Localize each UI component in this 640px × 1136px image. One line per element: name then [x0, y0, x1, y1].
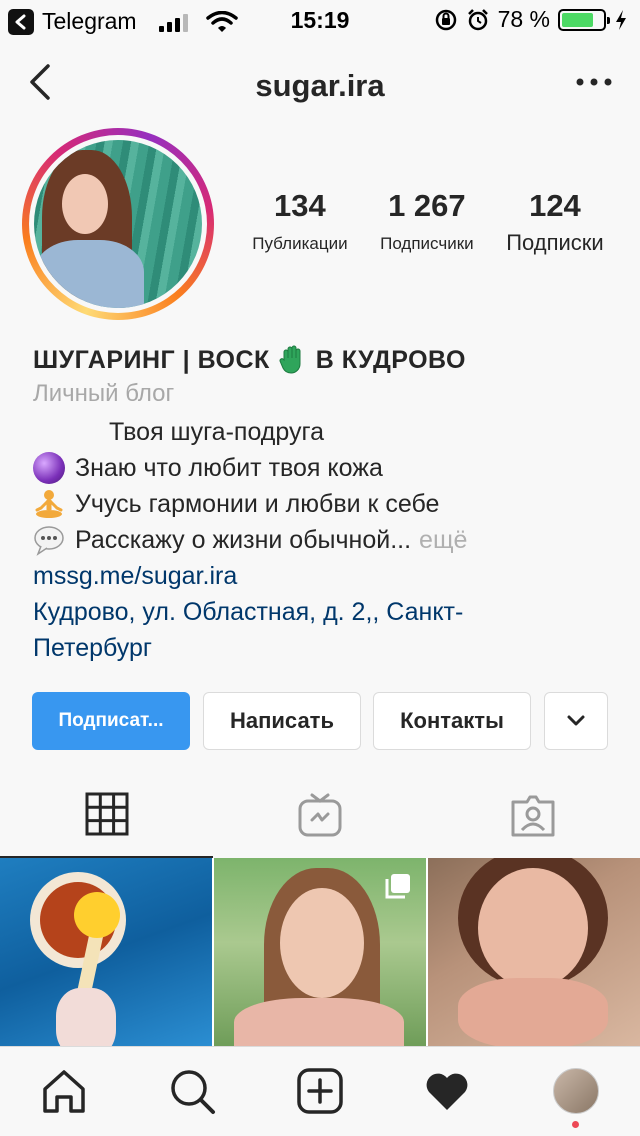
nav-profile[interactable] — [550, 1065, 602, 1117]
followers-count[interactable]: 1 267 Подписчики — [380, 188, 474, 256]
tagged-icon — [511, 795, 554, 837]
chevron-down-icon — [567, 715, 585, 726]
profile-section: 134 Публикации 1 267 Подписчики 124 Подп… — [0, 128, 640, 858]
post-thumbnail[interactable] — [214, 858, 426, 1046]
speech-bubble-emoji-icon — [34, 526, 64, 556]
display-name: ШУГАРИНГ | ВОСК В КУДРОВО — [33, 342, 623, 378]
more-options-icon[interactable] — [574, 70, 614, 94]
posts-count[interactable]: 134 Публикации — [252, 188, 347, 256]
bio-line-text: Знаю что любит твоя кожа — [75, 453, 383, 482]
tab-grid[interactable] — [0, 772, 213, 858]
battery-level — [562, 12, 594, 27]
bio-line: Расскажу о жизни обычной... ещё — [33, 522, 623, 558]
contacts-button[interactable]: Контакты — [373, 692, 531, 750]
stat-label: Подписки — [506, 230, 604, 255]
add-post-icon — [297, 1068, 343, 1114]
nav-activity[interactable] — [421, 1065, 473, 1117]
status-bar: Telegram 15:19 78 % — [0, 0, 640, 40]
grid-icon — [85, 792, 128, 836]
profile-stats: 134 Публикации 1 267 Подписчики 124 Подп… — [236, 188, 620, 256]
suggested-dropdown-button[interactable] — [544, 692, 608, 750]
address-link[interactable]: Кудрово, ул. Областная, д. 2,, Санкт-Пет… — [33, 594, 573, 666]
profile-avatar-icon — [553, 1068, 599, 1114]
display-name-text: ШУГАРИНГ | ВОСК — [33, 345, 270, 374]
lotus-meditation-emoji-icon — [35, 490, 63, 518]
heart-icon — [426, 1073, 468, 1110]
bio-line: Твоя шуга-подруга — [109, 417, 324, 446]
stat-label: Подписчики — [380, 234, 474, 253]
charging-bolt-icon — [616, 9, 626, 30]
profile-avatar[interactable] — [22, 128, 214, 320]
bio-line: Знаю что любит твоя кожа — [33, 450, 623, 486]
tab-igtv[interactable] — [213, 772, 426, 858]
home-icon — [43, 1070, 85, 1113]
search-icon — [171, 1070, 215, 1114]
nav-home[interactable] — [38, 1065, 90, 1117]
bottom-navigation — [0, 1046, 640, 1136]
crystal-ball-emoji-icon — [33, 452, 65, 484]
profile-actions: Подписат... Написать Контакты — [32, 692, 608, 750]
tab-tagged[interactable] — [426, 772, 639, 858]
stat-value: 1 267 — [388, 188, 466, 223]
website-link[interactable]: mssg.me/sugar.ira — [33, 558, 623, 594]
profile-category: Личный блог — [33, 380, 175, 407]
bio-line-text: Учусь гармонии и любви к себе — [75, 489, 440, 518]
posts-grid — [0, 858, 640, 1046]
nav-new-post[interactable] — [294, 1065, 346, 1117]
stat-value: 124 — [529, 188, 581, 223]
follow-button[interactable]: Подписат... — [32, 692, 190, 750]
bio-more-link[interactable]: ещё — [419, 526, 467, 555]
carousel-icon — [385, 874, 410, 899]
orientation-lock-icon — [435, 9, 456, 30]
avatar-photo — [34, 140, 202, 308]
stat-value: 134 — [274, 188, 326, 223]
post-thumbnail[interactable] — [0, 858, 212, 1046]
alarm-icon — [467, 8, 488, 30]
profile-header: sugar.ira — [0, 40, 640, 128]
message-button[interactable]: Написать — [203, 692, 361, 750]
stat-label: Публикации — [252, 234, 348, 253]
igtv-icon — [298, 793, 341, 837]
battery-icon — [558, 8, 610, 31]
display-name-suffix: В КУДРОВО — [315, 345, 466, 374]
following-count[interactable]: 124 Подписки — [506, 188, 604, 256]
raised-hand-emoji-icon — [279, 345, 301, 374]
post-thumbnail[interactable] — [428, 858, 640, 1046]
status-right: 78 % — [434, 6, 628, 33]
notification-dot — [572, 1121, 579, 1128]
nav-search[interactable] — [166, 1065, 218, 1117]
bio-line-text: Расскажу о жизни обычной... — [75, 525, 412, 554]
profile-tabs — [0, 772, 640, 858]
battery-percent: 78 % — [497, 6, 550, 32]
profile-username: sugar.ira — [255, 68, 385, 103]
profile-bio: ШУГАРИНГ | ВОСК В КУДРОВО Личный блог Тв… — [33, 342, 623, 666]
bio-line: Учусь гармонии и любви к себе — [33, 486, 623, 522]
